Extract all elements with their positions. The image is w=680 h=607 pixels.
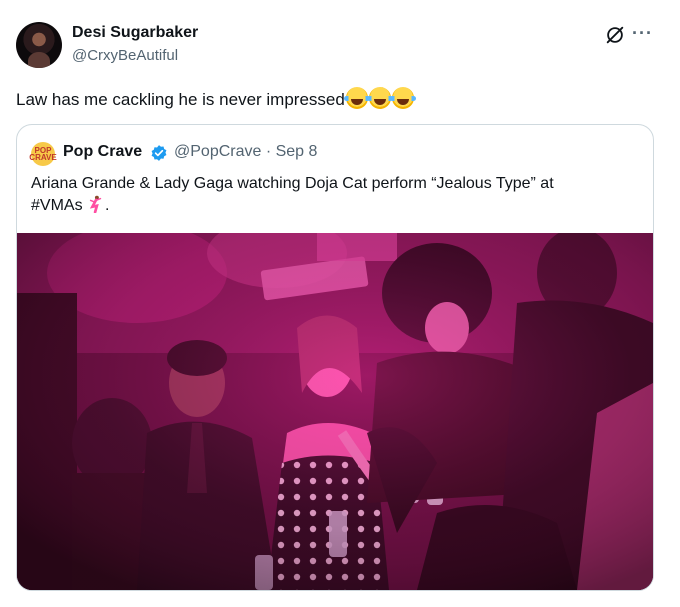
face-with-tears-of-joy-emoji: [389, 87, 416, 109]
hashtag-vmas[interactable]: #VMAs: [31, 197, 83, 214]
quoted-tweet[interactable]: POP CRAVE Pop Crave @PopCrave · Sep 8 Ari…: [16, 124, 654, 591]
quoted-author-display-name[interactable]: Pop Crave: [63, 143, 142, 161]
author-display-name[interactable]: Desi Sugarbaker: [72, 24, 198, 42]
concert-audience-photo: [17, 233, 653, 590]
tweet-text: Law has me cackling he is never impresse…: [16, 87, 416, 110]
dancer-emoji: [89, 195, 102, 213]
verified-badge-icon: [151, 145, 167, 161]
quoted-handle-date[interactable]: @PopCrave · Sep 8: [174, 143, 317, 161]
tweet-card[interactable]: Desi Sugarbaker @CrxyBeAutiful ··· Law h…: [0, 0, 680, 607]
quoted-text-period: .: [105, 197, 110, 214]
grok-icon[interactable]: [604, 24, 626, 46]
quoted-tweet-text: Ariana Grande & Lady Gaga watching Doja …: [31, 173, 631, 217]
face-with-tears-of-joy-emoji: [366, 87, 393, 109]
more-options-icon[interactable]: ···: [632, 24, 654, 46]
quoted-author-avatar[interactable]: POP CRAVE: [29, 142, 57, 166]
tweet-text-body: Law has me cackling he is never impresse…: [16, 90, 345, 109]
author-avatar[interactable]: [16, 22, 62, 68]
quoted-media-photo[interactable]: [17, 233, 653, 590]
quoted-text-line1: Ariana Grande & Lady Gaga watching Doja …: [31, 175, 554, 192]
face-with-tears-of-joy-emoji: [343, 87, 370, 109]
author-handle[interactable]: @CrxyBeAutiful: [72, 47, 178, 64]
